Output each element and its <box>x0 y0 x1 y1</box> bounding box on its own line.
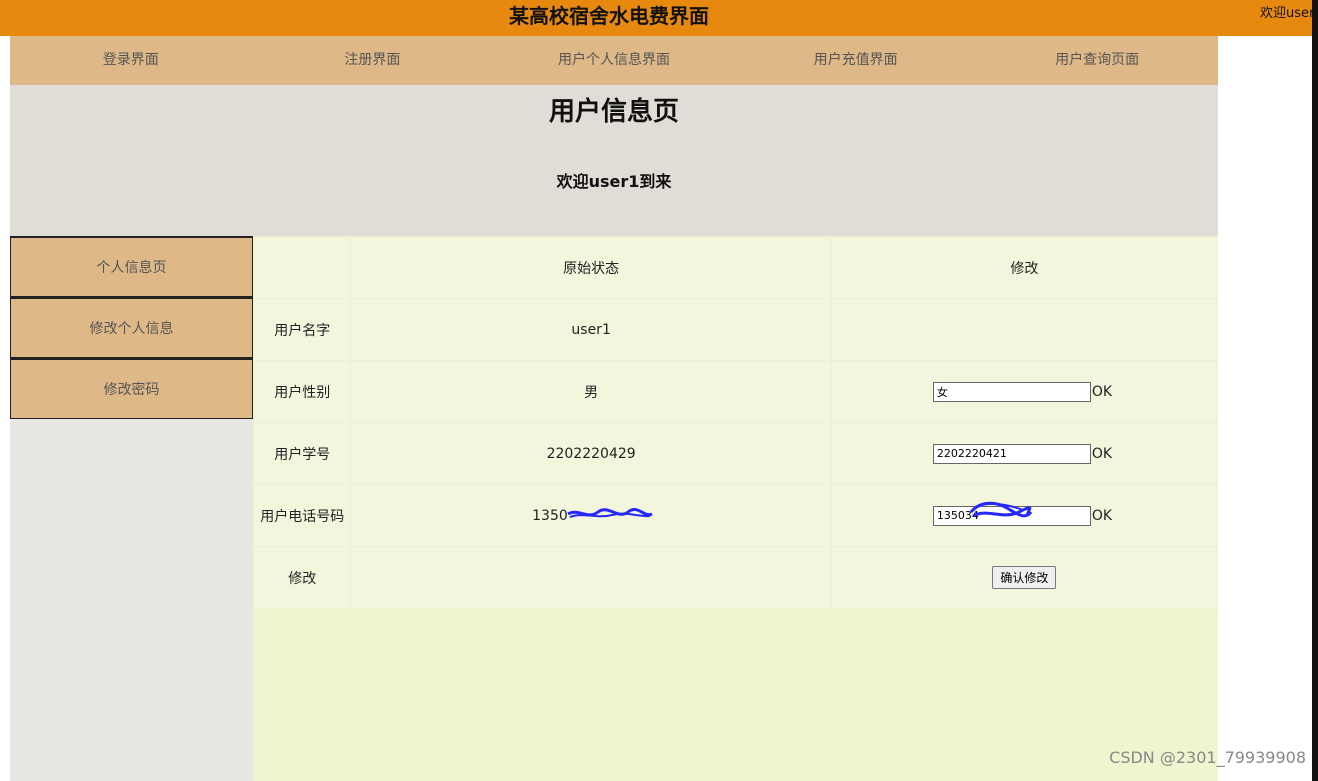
sidebar-item-change-password[interactable]: 修改密码 <box>10 358 253 419</box>
nav-query[interactable]: 用户查询页面 <box>976 36 1218 85</box>
row-label-student-id: 用户学号 <box>252 422 352 485</box>
student-id-ok-label: OK <box>1091 445 1113 462</box>
table-row: 用户学号 2202220429 OK <box>252 422 1219 485</box>
page-subtitle: 欢迎user1到来 <box>556 172 672 191</box>
modify-cell-gender: OK <box>830 360 1219 423</box>
page-header: 用户信息页 欢迎user1到来 <box>10 85 1218 236</box>
modify-cell-phone: OK <box>830 484 1219 547</box>
main-nav: 登录界面 注册界面 用户个人信息界面 用户充值界面 用户查询页面 <box>10 36 1218 85</box>
nav-profile[interactable]: 用户个人信息界面 <box>493 36 735 85</box>
header-original: 原始状态 <box>350 236 832 299</box>
nav-register[interactable]: 注册界面 <box>252 36 494 85</box>
nav-recharge[interactable]: 用户充值界面 <box>735 36 977 85</box>
student-id-input[interactable] <box>932 443 1091 464</box>
phone-input[interactable] <box>932 505 1091 526</box>
user-info-table: 原始状态 修改 用户名字 user1 用户性别 男 OK 用户学号 220222… <box>252 236 1219 609</box>
table-row: 用户性别 男 OK <box>252 360 1219 423</box>
table-row: 用户电话号码 1350 OK <box>252 484 1219 547</box>
table-row: 用户名字 user1 <box>252 298 1219 361</box>
table-header-empty <box>252 236 352 299</box>
confirm-modify-button[interactable]: 确认修改 <box>992 566 1057 589</box>
table-header-row: 原始状态 修改 <box>252 236 1219 299</box>
empty-cell <box>350 546 832 609</box>
modify-cell-student-id: OK <box>830 422 1219 485</box>
phone-value-text: 1350 <box>532 507 568 524</box>
value-student-id: 2202220429 <box>350 422 832 485</box>
row-label-gender: 用户性别 <box>252 360 352 423</box>
gender-input[interactable] <box>932 381 1091 402</box>
row-label-phone: 用户电话号码 <box>252 484 352 547</box>
redaction-scribble <box>567 507 653 518</box>
value-gender: 男 <box>350 360 832 423</box>
gender-ok-label: OK <box>1091 383 1113 400</box>
top-bar: 某高校宿舍水电费界面 欢迎user1 <box>0 0 1318 36</box>
sidebar-item-edit-info[interactable]: 修改个人信息 <box>10 297 253 358</box>
sidebar-item-profile[interactable]: 个人信息页 <box>10 236 253 297</box>
phone-ok-label: OK <box>1091 507 1113 524</box>
watermark: CSDN @2301_79939908 <box>1109 748 1306 767</box>
welcome-text: 欢迎user1 <box>1260 6 1318 21</box>
modify-cell-empty <box>830 298 1219 361</box>
row-label-name: 用户名字 <box>252 298 352 361</box>
nav-login[interactable]: 登录界面 <box>10 36 252 85</box>
app-title: 某高校宿舍水电费界面 <box>509 4 709 28</box>
confirm-cell: 确认修改 <box>830 546 1219 609</box>
window-edge <box>1312 0 1318 781</box>
table-row: 修改 确认修改 <box>252 546 1219 609</box>
row-label-modify: 修改 <box>252 546 352 609</box>
sidebar: 个人信息页 修改个人信息 修改密码 <box>10 236 253 781</box>
value-phone: 1350 <box>350 484 832 547</box>
main-content: 原始状态 修改 用户名字 user1 用户性别 男 OK 用户学号 220222… <box>252 236 1219 781</box>
page-title: 用户信息页 <box>548 97 679 127</box>
right-blank-area <box>1218 36 1312 781</box>
header-modify: 修改 <box>830 236 1219 299</box>
value-name: user1 <box>350 298 832 361</box>
